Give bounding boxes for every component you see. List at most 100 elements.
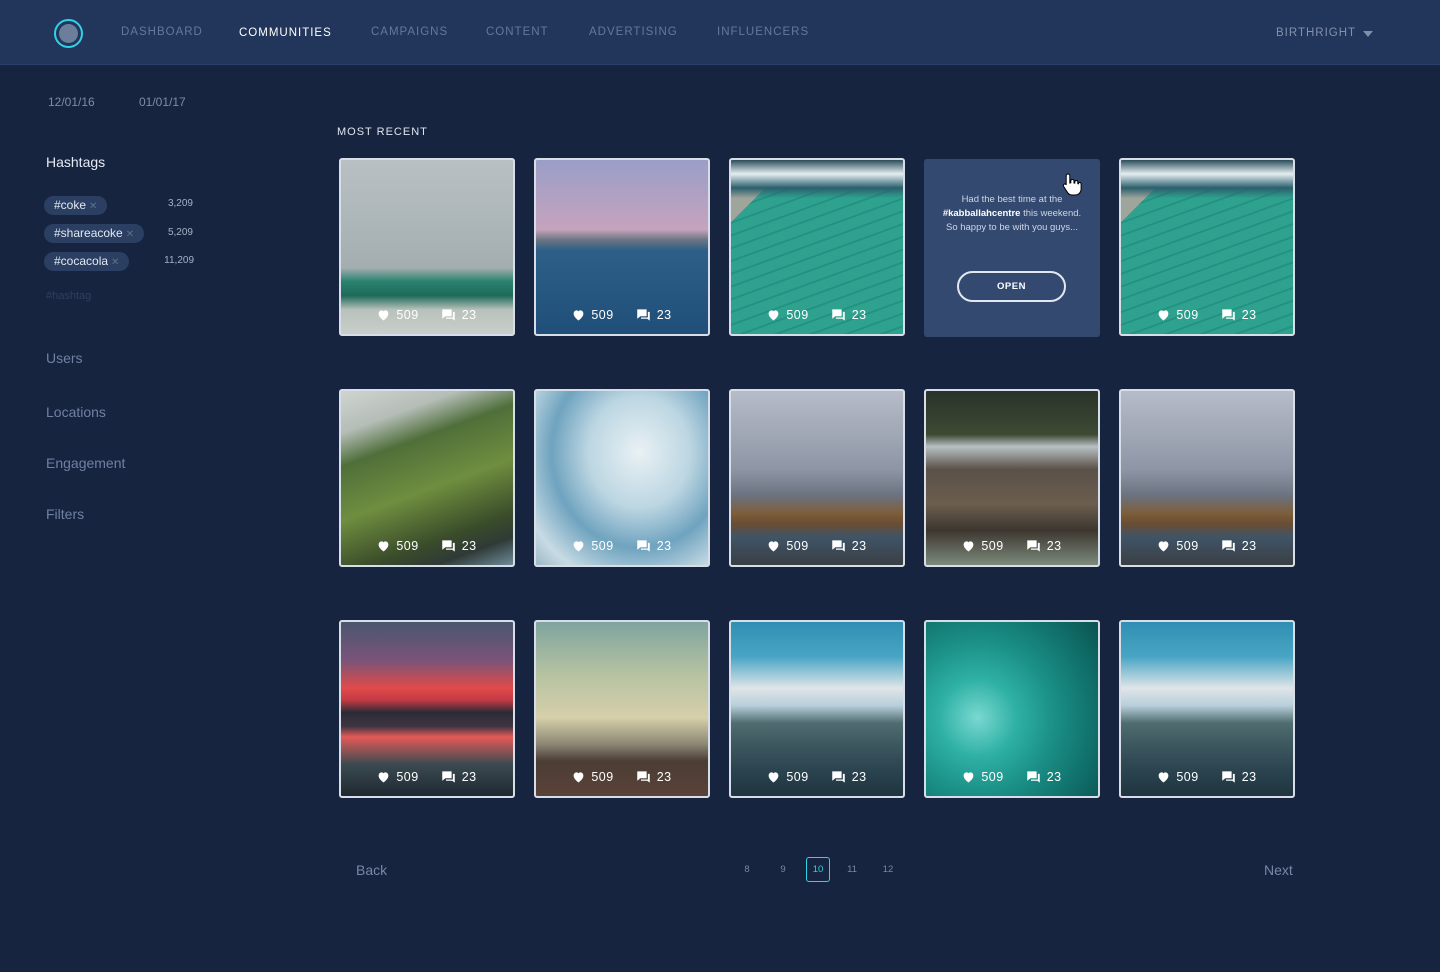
- likes-stat[interactable]: 509: [1157, 770, 1198, 784]
- post-stats: 509 23: [731, 539, 903, 553]
- heart-icon: [962, 540, 975, 552]
- likes-stat[interactable]: 509: [767, 539, 808, 553]
- photo-tile-rocky-coast[interactable]: 509 23: [729, 389, 905, 567]
- section-title: MOST RECENT: [337, 126, 428, 138]
- caption-hashtag[interactable]: #kabballahcentre: [943, 208, 1021, 219]
- nav-item-communities[interactable]: COMMUNITIES: [239, 27, 332, 39]
- comments-count: 23: [851, 770, 867, 784]
- likes-stat[interactable]: 509: [572, 770, 613, 784]
- likes-stat[interactable]: 509: [962, 770, 1003, 784]
- likes-stat[interactable]: 509: [377, 770, 418, 784]
- hashtag-label: #coke: [54, 198, 87, 212]
- comments-count: 23: [1241, 770, 1257, 784]
- comment-icon: [441, 539, 456, 553]
- likes-stat[interactable]: 509: [1157, 308, 1198, 322]
- comments-stat[interactable]: 23: [636, 308, 672, 322]
- photo-tile-mountain-lake[interactable]: 509 23: [729, 620, 905, 798]
- comment-icon: [831, 308, 846, 322]
- photo-tile-swimmers[interactable]: 509 23: [924, 620, 1100, 798]
- heart-icon: [767, 771, 780, 783]
- comments-stat[interactable]: 23: [831, 539, 867, 553]
- photo-tile-ocean-pool[interactable]: 509 23: [729, 158, 905, 336]
- close-icon[interactable]: ✕: [111, 257, 119, 268]
- nav-item-dashboard[interactable]: DASHBOARD: [121, 26, 203, 38]
- likes-stat[interactable]: 509: [767, 308, 808, 322]
- date-start[interactable]: 12/01/16: [48, 95, 95, 109]
- comments-stat[interactable]: 23: [441, 308, 477, 322]
- photo-tile-red-sunset[interactable]: 509 23: [339, 620, 515, 798]
- comments-stat[interactable]: 23: [441, 770, 477, 784]
- likes-stat[interactable]: 509: [377, 308, 418, 322]
- comment-icon: [1026, 770, 1041, 784]
- next-button[interactable]: Next: [1264, 862, 1293, 878]
- comments-stat[interactable]: 23: [1026, 539, 1062, 553]
- hashtag-chip[interactable]: #cocacola ✕: [44, 252, 130, 271]
- likes-count: 509: [591, 539, 614, 553]
- photo-tile-green-valley[interactable]: 509 23: [339, 389, 515, 567]
- nav-item-influencers[interactable]: INFLUENCERS: [717, 26, 809, 38]
- caret-down-icon[interactable]: [1363, 31, 1373, 37]
- heart-icon: [377, 771, 390, 783]
- likes-stat[interactable]: 509: [962, 539, 1003, 553]
- photo-tile-surfer-wave[interactable]: 509 23: [339, 158, 515, 336]
- likes-count: 509: [786, 539, 809, 553]
- photo-tile-iceberg[interactable]: 509 23: [534, 389, 710, 567]
- sidebar-item-users[interactable]: Users: [46, 350, 83, 366]
- comments-stat[interactable]: 23: [831, 770, 867, 784]
- page-number[interactable]: 12: [876, 857, 900, 882]
- photo-tile-waterfall[interactable]: 509 23: [924, 389, 1100, 567]
- sidebar-item-filters[interactable]: Filters: [46, 506, 84, 522]
- nav-item-campaigns[interactable]: CAMPAIGNS: [371, 26, 448, 38]
- heart-icon: [1157, 309, 1170, 321]
- comments-stat[interactable]: 23: [1221, 770, 1257, 784]
- likes-stat[interactable]: 509: [1157, 539, 1198, 553]
- date-end[interactable]: 01/01/17: [139, 95, 186, 109]
- likes-stat[interactable]: 509: [572, 539, 613, 553]
- comment-icon: [636, 770, 651, 784]
- comment-icon: [831, 770, 846, 784]
- comments-count: 23: [656, 308, 672, 322]
- photo-tile-mountain-lake[interactable]: 509 23: [1119, 620, 1295, 798]
- likes-stat[interactable]: 509: [377, 539, 418, 553]
- logo-inner: [59, 24, 78, 43]
- hashtag-chip[interactable]: #coke ✕: [44, 196, 108, 215]
- likes-stat[interactable]: 509: [767, 770, 808, 784]
- page-number[interactable]: 9: [771, 857, 795, 882]
- comment-icon: [1221, 308, 1236, 322]
- comments-stat[interactable]: 23: [1026, 770, 1062, 784]
- page-number[interactable]: 11: [840, 857, 864, 882]
- post-stats: 509 23: [731, 770, 903, 784]
- comments-stat[interactable]: 23: [831, 308, 867, 322]
- post-stats: 509 23: [341, 539, 513, 553]
- photo-tile-rocky-coast[interactable]: 509 23: [1119, 389, 1295, 567]
- hashtags-title[interactable]: Hashtags: [46, 154, 105, 170]
- comments-count: 23: [461, 770, 477, 784]
- sidebar-item-engagement[interactable]: Engagement: [46, 455, 125, 471]
- account-selector[interactable]: BIRTHRIGHT: [1276, 27, 1356, 39]
- photo-tile-harbor-dusk[interactable]: 509 23: [534, 158, 710, 336]
- sidebar-item-locations[interactable]: Locations: [46, 404, 106, 420]
- page-number[interactable]: 8: [735, 857, 759, 882]
- logo[interactable]: [54, 19, 83, 48]
- back-button[interactable]: Back: [356, 862, 387, 878]
- likes-stat[interactable]: 509: [572, 308, 613, 322]
- comments-stat[interactable]: 23: [636, 770, 672, 784]
- comments-stat[interactable]: 23: [441, 539, 477, 553]
- nav-item-advertising[interactable]: ADVERTISING: [589, 26, 678, 38]
- post-stats: 509 23: [926, 539, 1098, 553]
- photo-tile-beach-surfer[interactable]: 509 23: [534, 620, 710, 798]
- page-number-current[interactable]: 10: [806, 857, 830, 882]
- hashtag-chip[interactable]: #shareacoke ✕: [44, 224, 145, 243]
- nav-item-content[interactable]: CONTENT: [486, 26, 549, 38]
- comments-stat[interactable]: 23: [1221, 539, 1257, 553]
- hashtag-input[interactable]: [46, 290, 206, 302]
- open-button[interactable]: OPEN: [957, 271, 1066, 302]
- comments-count: 23: [1241, 308, 1257, 322]
- comments-stat[interactable]: 23: [1221, 308, 1257, 322]
- photo-tile-ocean-pool[interactable]: 509 23: [1119, 158, 1295, 336]
- comments-stat[interactable]: 23: [636, 539, 672, 553]
- post-stats: 509 23: [536, 539, 708, 553]
- likes-count: 509: [981, 770, 1004, 784]
- post-stats: 509 23: [341, 308, 513, 322]
- close-icon[interactable]: ✕: [89, 201, 97, 212]
